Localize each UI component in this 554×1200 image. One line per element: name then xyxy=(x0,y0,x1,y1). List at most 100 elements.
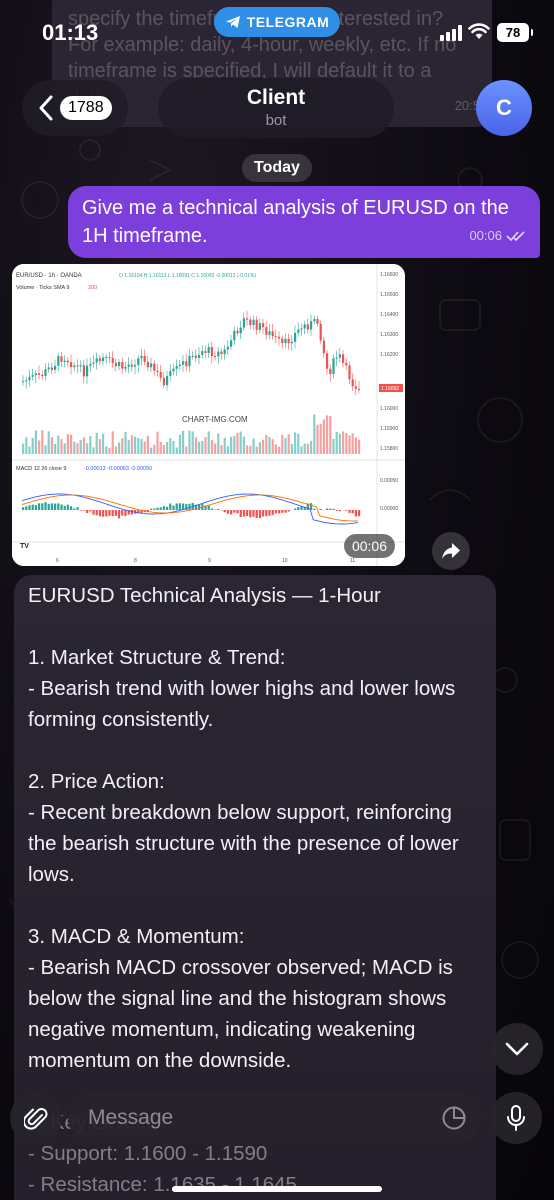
macd-histogram-bar xyxy=(249,510,252,518)
candle-body xyxy=(156,370,159,373)
candle-body xyxy=(345,362,348,366)
chart-image[interactable]: EUR/USD · 1h · OANDA O 1.16104 H 1.16113… xyxy=(12,264,405,566)
macd-histogram-bar xyxy=(34,505,37,510)
candle-body xyxy=(217,351,220,357)
volume-bar xyxy=(102,433,105,454)
macd-histogram-bar xyxy=(178,503,181,510)
candle-body xyxy=(242,318,245,328)
volume-bar xyxy=(105,446,108,454)
macd-histogram-bar xyxy=(130,510,133,515)
macd-histogram-bar xyxy=(287,510,290,512)
candle-body xyxy=(201,351,204,355)
volume-bar xyxy=(92,447,95,454)
volume-bar xyxy=(319,423,322,454)
volume-bar xyxy=(66,434,69,454)
volume-bar xyxy=(169,438,172,454)
candle-body xyxy=(306,324,309,330)
volume-bar xyxy=(348,435,351,454)
candle-body xyxy=(281,338,284,344)
macd-histogram-bar xyxy=(150,508,153,510)
volume-bar xyxy=(44,445,47,454)
candle-body xyxy=(38,373,41,375)
candle-body xyxy=(162,377,165,386)
candle-body xyxy=(140,355,143,359)
macd-histogram-bar xyxy=(76,507,79,510)
outgoing-message-time: 00:06 xyxy=(469,228,502,243)
candle-body xyxy=(223,349,226,355)
volume-bar xyxy=(98,439,101,454)
macd-histogram-bar xyxy=(239,510,242,518)
candle-body xyxy=(358,388,361,390)
telegram-pill[interactable]: TELEGRAM xyxy=(214,7,340,37)
macd-histogram-bar xyxy=(159,507,162,510)
volume-bar xyxy=(140,438,143,454)
candle-body xyxy=(108,357,111,359)
volume-bar xyxy=(223,437,226,454)
volume-bar xyxy=(246,445,249,454)
macd-histogram-bar xyxy=(319,508,322,510)
candle-body xyxy=(31,375,34,377)
attach-button[interactable] xyxy=(10,1092,62,1144)
sticker-button[interactable] xyxy=(441,1105,467,1131)
macd-histogram-bar xyxy=(82,510,85,511)
chat-title-button[interactable]: Client bot xyxy=(158,78,394,138)
macd-histogram-bar xyxy=(57,503,60,510)
volume-bar xyxy=(332,438,335,454)
share-button[interactable] xyxy=(432,532,470,570)
macd-histogram-bar xyxy=(284,510,287,513)
candle-body xyxy=(294,332,297,342)
candle-body xyxy=(258,323,261,330)
volume-bar xyxy=(335,431,338,454)
volume-bar xyxy=(210,440,213,454)
macd-histogram-bar xyxy=(73,508,76,510)
candle-body xyxy=(82,365,85,377)
volume-bar xyxy=(249,445,252,454)
message-paragraph: 3. MACD & Momentum: - Bearish MACD cross… xyxy=(28,925,453,1072)
candle-body xyxy=(124,366,127,369)
candle-body xyxy=(95,358,98,363)
chart-volume-value: 200 xyxy=(88,285,97,291)
volume-bar xyxy=(236,432,239,454)
volume-bar xyxy=(239,431,242,454)
back-button[interactable]: 1788 xyxy=(22,80,128,136)
macd-histogram-bar xyxy=(44,502,47,510)
candle-body xyxy=(271,331,274,337)
volume-bar xyxy=(95,432,98,454)
volume-bar xyxy=(130,435,133,454)
chevron-left-icon xyxy=(39,95,53,121)
volume-bar xyxy=(287,434,290,454)
macd-histogram-bar xyxy=(54,503,57,510)
candle-body xyxy=(284,338,287,344)
chart-svg: EUR/USD · 1h · OANDA O 1.16104 H 1.16113… xyxy=(12,264,405,566)
volume-bar xyxy=(28,446,31,454)
macd-histogram-bar xyxy=(66,504,69,510)
macd-histogram-bar xyxy=(217,508,220,510)
avatar[interactable]: C xyxy=(476,80,532,136)
volume-bar xyxy=(143,441,146,454)
macd-histogram-bar xyxy=(175,503,178,510)
candle-body xyxy=(66,360,69,363)
candle-body xyxy=(236,330,239,334)
candle-body xyxy=(60,356,63,362)
candle-body xyxy=(342,354,345,363)
candle-body xyxy=(166,375,169,386)
macd-histogram-bar xyxy=(108,510,111,516)
macd-histogram-bar xyxy=(351,510,354,514)
macd-histogram-bar xyxy=(70,506,73,510)
candle-body xyxy=(300,328,303,330)
macd-histogram-bar xyxy=(271,510,274,516)
macd-histogram-bar xyxy=(300,506,303,510)
outgoing-message[interactable]: Give me a technical analysis of EURUSD o… xyxy=(68,186,540,258)
current-price-label: 1.16092 xyxy=(381,386,399,392)
macd-histogram-bar xyxy=(329,508,332,510)
candle-body xyxy=(130,364,133,367)
voice-record-button[interactable] xyxy=(490,1092,542,1144)
scroll-down-button[interactable] xyxy=(491,1023,543,1075)
volume-bar xyxy=(198,441,201,454)
macd-histogram-bar xyxy=(207,505,210,510)
volume-bar xyxy=(182,430,185,454)
macd-histogram-bar xyxy=(86,510,89,513)
candle-body xyxy=(351,379,354,387)
volume-bar xyxy=(294,432,297,454)
message-input[interactable]: Message xyxy=(68,1092,481,1144)
